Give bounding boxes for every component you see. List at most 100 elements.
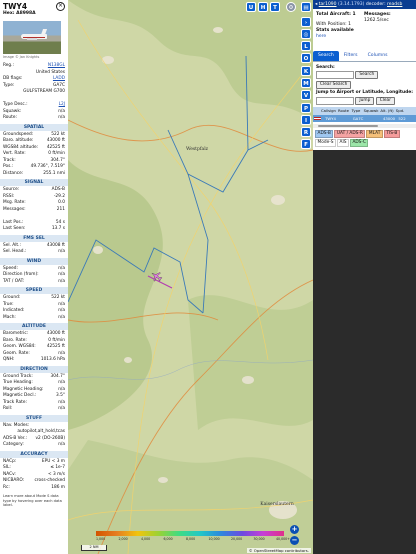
hex-line: Hex: A8998A <box>3 11 65 16</box>
jump-label: Jump to Airport or Latitude, Longitude: <box>316 90 413 95</box>
jump-button[interactable]: Jump <box>355 96 375 105</box>
map-scale: 2 NM <box>81 545 107 551</box>
section-header-direction[interactable]: DIRECTION <box>0 365 68 373</box>
total-aircraft: Total Aircraft: 1 <box>316 12 356 17</box>
legend-ais: AIS <box>337 139 349 147</box>
map-button-i[interactable]: I <box>301 114 311 125</box>
info-row-value: 255.1 nmi <box>43 170 65 176</box>
map-button-h[interactable]: H <box>258 2 268 12</box>
jump-input[interactable] <box>316 96 354 105</box>
search-label: Search: <box>316 65 335 70</box>
info-row-key: Sel. Head.: <box>3 249 27 254</box>
altitude-label: 1,000 <box>96 537 106 541</box>
reset-view-icon[interactable]: ◎ <box>301 29 311 39</box>
section-header-fms-sel[interactable]: FMS SEL <box>0 234 68 242</box>
map-button-k[interactable]: K <box>301 65 311 76</box>
decoder-link[interactable]: readsb <box>387 2 402 7</box>
decoder-label: decoder: <box>365 2 386 7</box>
tab-columns[interactable]: Columns <box>363 51 393 61</box>
info-row: Sel. Head.: n/a <box>0 249 68 256</box>
messages-rate: 1262.5/sec <box>364 18 389 23</box>
map-button-v[interactable]: V <box>301 90 311 101</box>
footer-note: Learn more about Mode S data type by hov… <box>3 494 62 508</box>
column-header[interactable]: Spd. <box>394 107 406 115</box>
expand-arrow-icon[interactable]: ◂ <box>315 2 317 7</box>
info-row: Route: n/a <box>0 115 68 122</box>
settings-gear-icon[interactable]: ⚙ <box>286 2 296 12</box>
map-button-p[interactable]: P <box>301 102 311 113</box>
zoom-in-button[interactable]: + <box>290 525 299 534</box>
stats-link[interactable]: here <box>316 34 326 39</box>
section-header-signal[interactable]: SIGNAL <box>0 179 68 186</box>
flag-icon <box>314 117 321 120</box>
section-header-wind[interactable]: WIND <box>0 257 68 265</box>
section-header-accuracy[interactable]: ACCURACY <box>0 450 68 458</box>
zoom-out-button[interactable]: − <box>290 536 299 545</box>
clear-jump-button[interactable]: Clear <box>375 96 395 105</box>
map-button-f[interactable]: F <box>301 139 311 150</box>
info-row-key: TAT / OAT: <box>3 278 25 284</box>
altitude-label: 6,000 <box>163 537 173 541</box>
map-button-r[interactable]: R <box>301 127 311 138</box>
map-button-m[interactable]: M <box>301 77 311 88</box>
info-row-value: n/a <box>58 442 65 447</box>
table-scrollbar[interactable] <box>313 124 416 128</box>
legend-uat-ads-r: UAT / ADS-R <box>334 130 366 138</box>
info-row-key: QNH: <box>3 357 15 362</box>
map-attribution[interactable]: © OpenStreetMap contributors. <box>246 548 311 553</box>
messages-label: Messages: <box>364 12 391 17</box>
altitude-label: 40,000+ <box>276 537 290 541</box>
altitude-label: 4,000 <box>141 537 151 541</box>
column-header[interactable]: Route <box>337 107 350 115</box>
aircraft-table: Callsign Route Type Squawk Alt. (ft) Spd. TWY… <box>313 107 416 122</box>
map-terrain <box>68 0 313 554</box>
tab-filters[interactable]: Filters <box>339 51 363 61</box>
column-header[interactable]: Alt. (ft) <box>380 107 394 115</box>
stats-block: Total Aircraft: 1 Messages: 1262.5/sec W… <box>313 9 416 45</box>
info-row-value: n/a <box>58 278 65 284</box>
map-button-t[interactable]: T <box>270 2 280 12</box>
hex-label: Hex: <box>3 11 15 16</box>
aircraft-photo[interactable] <box>3 21 61 54</box>
info-row: Last Seen: 13.7 s <box>0 226 68 233</box>
section-header-spatial[interactable]: SPATIAL <box>0 123 68 131</box>
info-row-value: n/a <box>58 406 65 411</box>
map-button-o[interactable]: O <box>301 53 311 64</box>
top-bar: ◂ tar1090 (3.14.1793) decoder: readsb <box>313 0 416 9</box>
altitude-label: 2,000 <box>118 537 128 541</box>
section-header-altitude[interactable]: ALTITUDE <box>0 323 68 330</box>
legend-tis-b: TIS-B <box>383 130 400 138</box>
aircraft-list-panel: ◂ tar1090 (3.14.1793) decoder: readsb To… <box>313 0 416 554</box>
legend-mlat: MLAT <box>366 130 383 138</box>
clear-search-button[interactable]: Clear Search <box>316 81 352 89</box>
column-header[interactable]: Callsign <box>320 107 337 115</box>
column-header[interactable]: Squawk <box>362 107 380 115</box>
table-row[interactable]: TWY4 GA7C 43000 522 <box>313 115 416 122</box>
table-cell: 43000 <box>382 116 396 121</box>
tar1090-link[interactable]: tar1090 <box>319 2 337 7</box>
detail-sections: SPATIAL Groundspeed: 522 kt Baro. altitude:… <box>0 123 68 492</box>
map-button-l[interactable]: L <box>301 41 311 51</box>
tab-search[interactable]: Search <box>313 51 339 61</box>
map-view[interactable]: Westpfalz Kaiserslautern U H T ⚙ ▤ › ◎ L… <box>68 0 313 554</box>
altitude-label: 10,000 <box>208 537 220 541</box>
column-header[interactable]: Type <box>350 107 362 115</box>
map-button-u[interactable]: U <box>246 2 256 12</box>
table-cell <box>364 115 382 122</box>
info-row: Distance: 255.1 nmi <box>0 171 68 178</box>
altitude-color-legend <box>96 531 284 536</box>
section-header-speed[interactable]: SPEED <box>0 287 68 294</box>
close-icon[interactable]: × <box>56 2 65 11</box>
map-layers-icon[interactable]: ▤ <box>301 2 311 12</box>
legend-ads-c: ADS-C <box>349 139 369 147</box>
column-header[interactable] <box>313 107 320 115</box>
panel-tabs: Search Filters Columns <box>313 51 416 62</box>
place-label-westpfalz: Westpfalz <box>185 147 209 152</box>
section-header-stuff[interactable]: STUFF <box>0 414 68 422</box>
stats-available: Stats available <box>316 28 354 33</box>
search-button[interactable]: Search <box>355 71 379 79</box>
search-input[interactable] <box>316 71 354 79</box>
version-text: (3.14.1793) <box>337 2 365 7</box>
info-row-value: n/a <box>58 314 65 320</box>
collapse-sidebar-icon[interactable]: › <box>301 17 311 27</box>
